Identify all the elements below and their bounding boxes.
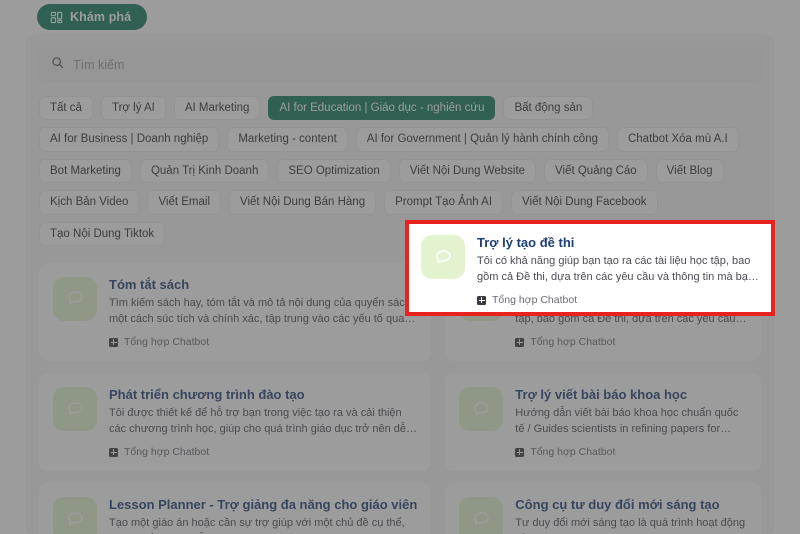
filter-chip[interactable]: Tạo Nội Dung Tiktok xyxy=(39,222,165,246)
chat-bubble-icon xyxy=(53,387,97,431)
search-icon xyxy=(51,56,64,74)
explore-button-label: Khám phá xyxy=(70,10,131,24)
card-title: Trợ lý tạo đề thi xyxy=(477,235,759,251)
filter-chip[interactable]: Quản Trị Kinh Doanh xyxy=(140,159,269,183)
search-bar[interactable]: Tìm kiếm xyxy=(37,48,763,82)
plus-square-icon xyxy=(477,296,486,305)
card-tag-label: Tổng hợp Chatbot xyxy=(492,294,577,306)
chatbot-card[interactable]: Tóm tắt sách Tìm kiếm sách hay, tóm tắt v… xyxy=(39,263,431,361)
filter-chip[interactable]: Tất cả xyxy=(39,96,93,120)
card-body: Lesson Planner - Trợ giảng đa năng cho g… xyxy=(109,497,417,534)
filter-chip[interactable]: Viết Nội Dung Facebook xyxy=(511,190,657,214)
plus-square-icon xyxy=(515,338,524,347)
filter-chip[interactable]: Bất động sản xyxy=(503,96,593,120)
filter-chip[interactable]: AI Marketing xyxy=(174,96,261,120)
search-input-placeholder[interactable]: Tìm kiếm xyxy=(73,58,124,72)
filter-chip[interactable]: Viết Nội Dung Website xyxy=(399,159,536,183)
chat-bubble-icon xyxy=(459,497,503,534)
card-body: Phát triển chương trình đào tạo Tôi được … xyxy=(109,387,417,458)
chat-bubble-icon xyxy=(53,277,97,321)
chatbot-card-highlighted[interactable]: Trợ lý tạo đề thi Tôi có khả năng giúp b… xyxy=(409,224,771,312)
filter-chip[interactable]: Prompt Tạo Ảnh AI xyxy=(384,190,503,214)
card-tag: Tổng hợp Chatbot xyxy=(515,336,747,348)
plus-square-icon xyxy=(109,448,118,457)
card-description: Tôi được thiết kế để hỗ trợ bạn trong vi… xyxy=(109,406,417,438)
filter-chip[interactable]: AI for Business | Doanh nghiệp xyxy=(39,127,219,151)
plus-square-icon xyxy=(515,448,524,457)
plus-square-icon xyxy=(109,338,118,347)
filter-chip[interactable]: AI for Government | Quản lý hành chính c… xyxy=(356,127,609,151)
filter-chip[interactable]: Viết Quảng Cáo xyxy=(544,159,648,183)
card-title: Công cụ tư duy đổi mới sáng tạo xyxy=(515,497,747,513)
filter-chip[interactable]: Viết Nội Dung Bán Hàng xyxy=(229,190,376,214)
card-description: Tư duy đổi mới sáng tạo là quá trình hoạ… xyxy=(515,516,747,534)
card-body: Trợ lý viết bài báo khoa học Hướng dẫn vi… xyxy=(515,387,747,458)
card-description: Tôi có khả năng giúp bạn tạo ra các tài … xyxy=(477,254,759,286)
card-description: Hướng dẫn viết bài báo khoa học chuẩn qu… xyxy=(515,406,747,438)
card-description: Tạo một giáo án hoặc cần sự trợ giúp với… xyxy=(109,516,417,534)
card-tag-label: Tổng hợp Chatbot xyxy=(124,446,209,458)
chatbot-card[interactable]: Trợ lý viết bài báo khoa học Hướng dẫn vi… xyxy=(445,373,761,471)
card-title: Phát triển chương trình đào tạo xyxy=(109,387,417,403)
card-tag-label: Tổng hợp Chatbot xyxy=(530,446,615,458)
card-body: Tóm tắt sách Tìm kiếm sách hay, tóm tắt v… xyxy=(109,277,417,348)
filter-chip[interactable]: Trợ lý AI xyxy=(101,96,166,120)
card-tag: Tổng hợp Chatbot xyxy=(477,294,759,306)
card-tag: Tổng hợp Chatbot xyxy=(109,446,417,458)
highlighted-card-outline[interactable]: Trợ lý tạo đề thi Tôi có khả năng giúp b… xyxy=(405,220,775,316)
filter-chip[interactable]: Viết Blog xyxy=(656,159,724,183)
filter-chip[interactable]: Viết Email xyxy=(147,190,221,214)
filter-chip[interactable]: Marketing - content xyxy=(227,127,347,151)
card-title: Lesson Planner - Trợ giảng đa năng cho g… xyxy=(109,497,417,513)
explore-button[interactable]: Khám phá xyxy=(37,4,147,30)
chat-bubble-icon xyxy=(53,497,97,534)
layout-dashboard-icon xyxy=(50,11,63,24)
card-tag: Tổng hợp Chatbot xyxy=(109,336,417,348)
card-description: Tìm kiếm sách hay, tóm tắt và mô tả nội … xyxy=(109,296,417,328)
filter-chip[interactable]: Chatbot Xóa mù A.I xyxy=(617,127,739,151)
chat-bubble-icon xyxy=(421,235,465,279)
filter-chip[interactable]: Bot Marketing xyxy=(39,159,132,183)
card-tag: Tổng hợp Chatbot xyxy=(515,446,747,458)
card-body: Công cụ tư duy đổi mới sáng tạo Tư duy đổ… xyxy=(515,497,747,534)
card-title: Tóm tắt sách xyxy=(109,277,417,293)
card-tag-label: Tổng hợp Chatbot xyxy=(124,336,209,348)
top-bar: Khám phá xyxy=(0,0,800,34)
filter-chip[interactable]: Kịch Bản Video xyxy=(39,190,139,214)
card-title: Trợ lý viết bài báo khoa học xyxy=(515,387,747,403)
card-tag-label: Tổng hợp Chatbot xyxy=(530,336,615,348)
chat-bubble-icon xyxy=(459,387,503,431)
card-body: Trợ lý tạo đề thi Tôi có khả năng giúp b… xyxy=(477,235,759,301)
chatbot-card[interactable]: Công cụ tư duy đổi mới sáng tạo Tư duy đổ… xyxy=(445,483,761,534)
app-window: Khám phá Tìm kiếm Tất cả Trợ lý AI AI Mark… xyxy=(0,0,800,534)
filter-chip[interactable]: SEO Optimization xyxy=(277,159,390,183)
chatbot-card[interactable]: Phát triển chương trình đào tạo Tôi được … xyxy=(39,373,431,471)
chatbot-card[interactable]: Lesson Planner - Trợ giảng đa năng cho g… xyxy=(39,483,431,534)
filter-chip[interactable]: AI for Education | Giáo dục - nghiên cứu xyxy=(268,96,495,120)
